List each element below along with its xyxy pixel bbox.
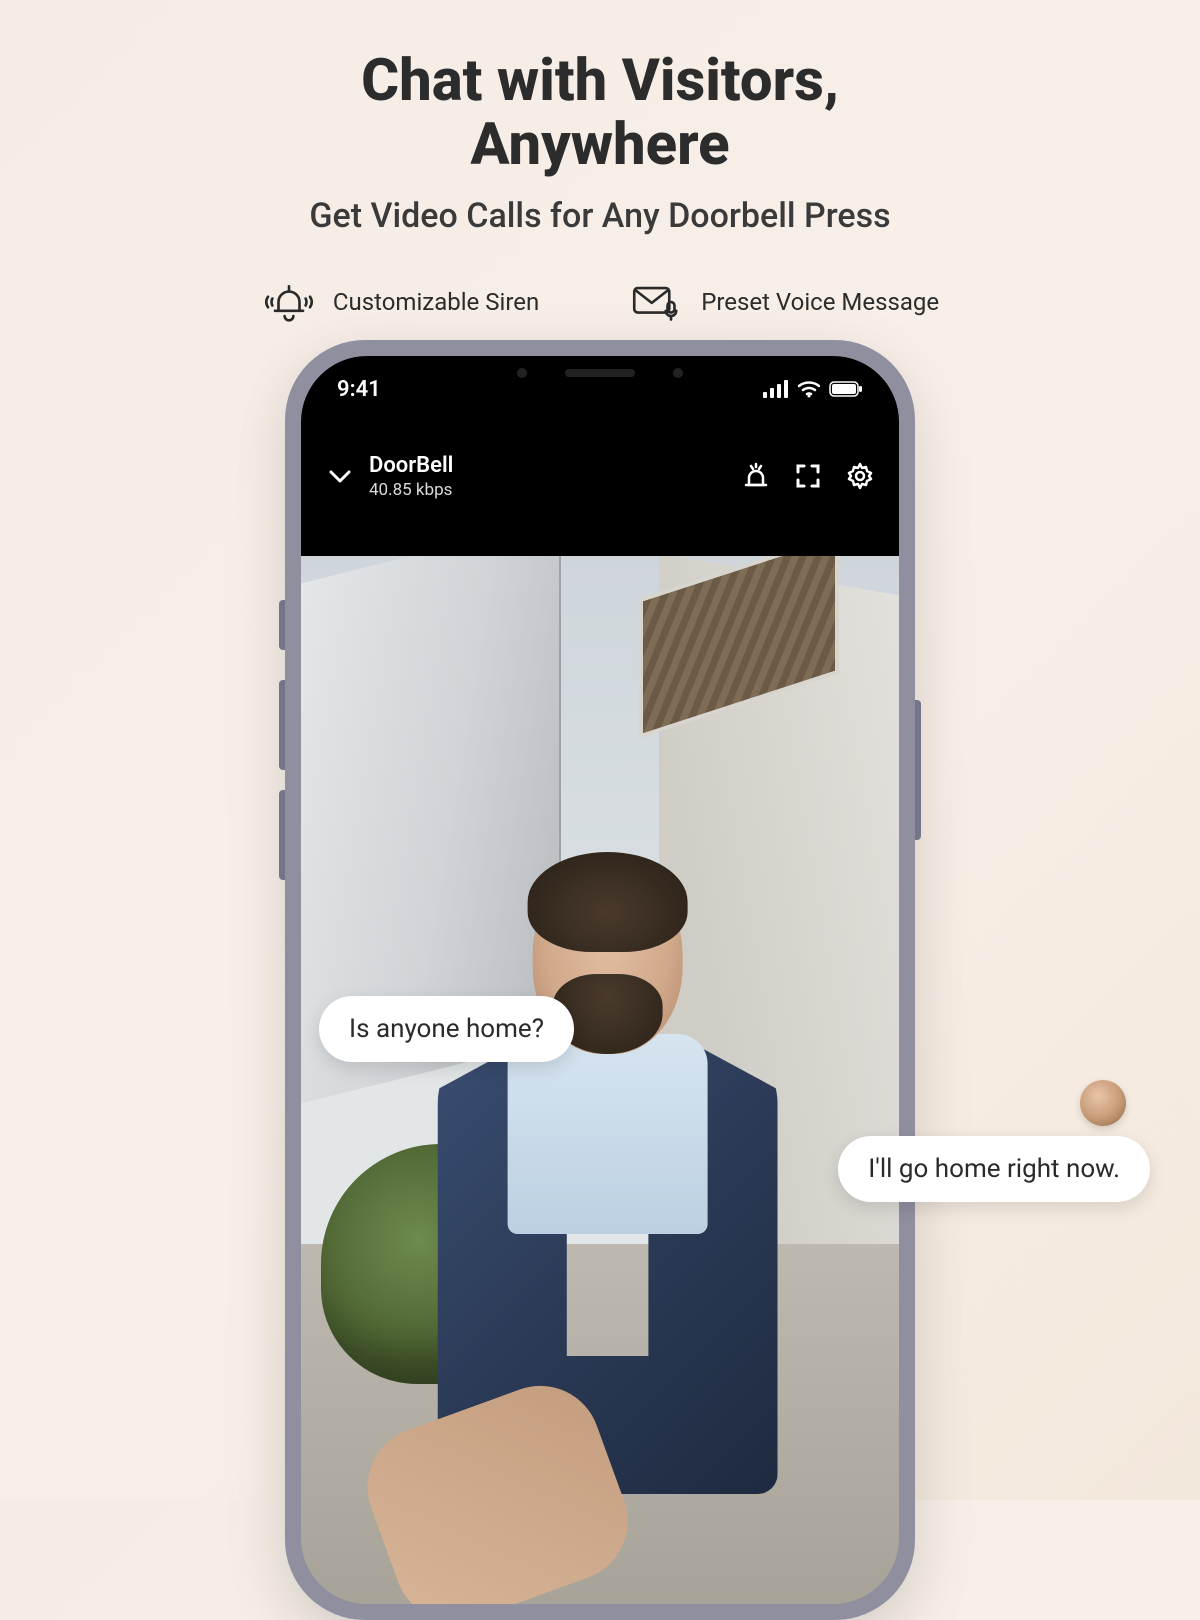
- device-name: DoorBell: [369, 453, 741, 478]
- back-chevron-icon[interactable]: [325, 461, 355, 491]
- visitor-chat-bubble: Is anyone home?: [319, 996, 574, 1062]
- header-title-block[interactable]: DoorBell 40.85 kbps: [369, 453, 741, 500]
- siren-bell-icon: [261, 278, 317, 326]
- feature-siren: Customizable Siren: [261, 278, 539, 326]
- app-header: DoorBell 40.85 kbps: [301, 436, 899, 516]
- fullscreen-icon[interactable]: [793, 461, 823, 491]
- phone-mockup: 9:41: [285, 340, 915, 1620]
- bitrate-label: 40.85 kbps: [369, 480, 741, 500]
- reply-group: I'll go home right now.: [838, 1080, 1150, 1202]
- phone-side-button: [279, 790, 285, 880]
- user-reply-bubble: I'll go home right now.: [838, 1136, 1150, 1202]
- feature-row: Customizable Siren Preset Voice Message: [0, 278, 1200, 326]
- voice-envelope-icon: [629, 278, 685, 326]
- wifi-icon: [797, 380, 821, 398]
- status-time: 9:41: [337, 377, 381, 402]
- user-avatar: [1080, 1080, 1126, 1126]
- cellular-icon: [763, 380, 789, 398]
- hero-title: Chat with Visitors, Anywhere: [0, 50, 1200, 178]
- feature-voice: Preset Voice Message: [629, 278, 939, 326]
- phone-side-button: [915, 700, 921, 840]
- hero-subtitle: Get Video Calls for Any Doorbell Press: [0, 196, 1200, 236]
- feature-siren-label: Customizable Siren: [333, 288, 539, 316]
- phone-screen: 9:41: [301, 356, 899, 1604]
- phone-notch: [495, 356, 705, 394]
- phone-side-button: [279, 680, 285, 770]
- alarm-icon[interactable]: [741, 461, 771, 491]
- hero-title-line2: Anywhere: [470, 111, 729, 179]
- phone-side-button: [279, 600, 285, 650]
- video-feed[interactable]: Is anyone home?: [301, 556, 899, 1604]
- feature-voice-label: Preset Voice Message: [701, 288, 939, 316]
- visitor-figure: [418, 864, 798, 1604]
- settings-gear-icon[interactable]: [845, 461, 875, 491]
- hero-section: Chat with Visitors, Anywhere Get Video C…: [0, 0, 1200, 326]
- battery-icon: [829, 380, 863, 398]
- hero-title-line1: Chat with Visitors,: [361, 47, 839, 115]
